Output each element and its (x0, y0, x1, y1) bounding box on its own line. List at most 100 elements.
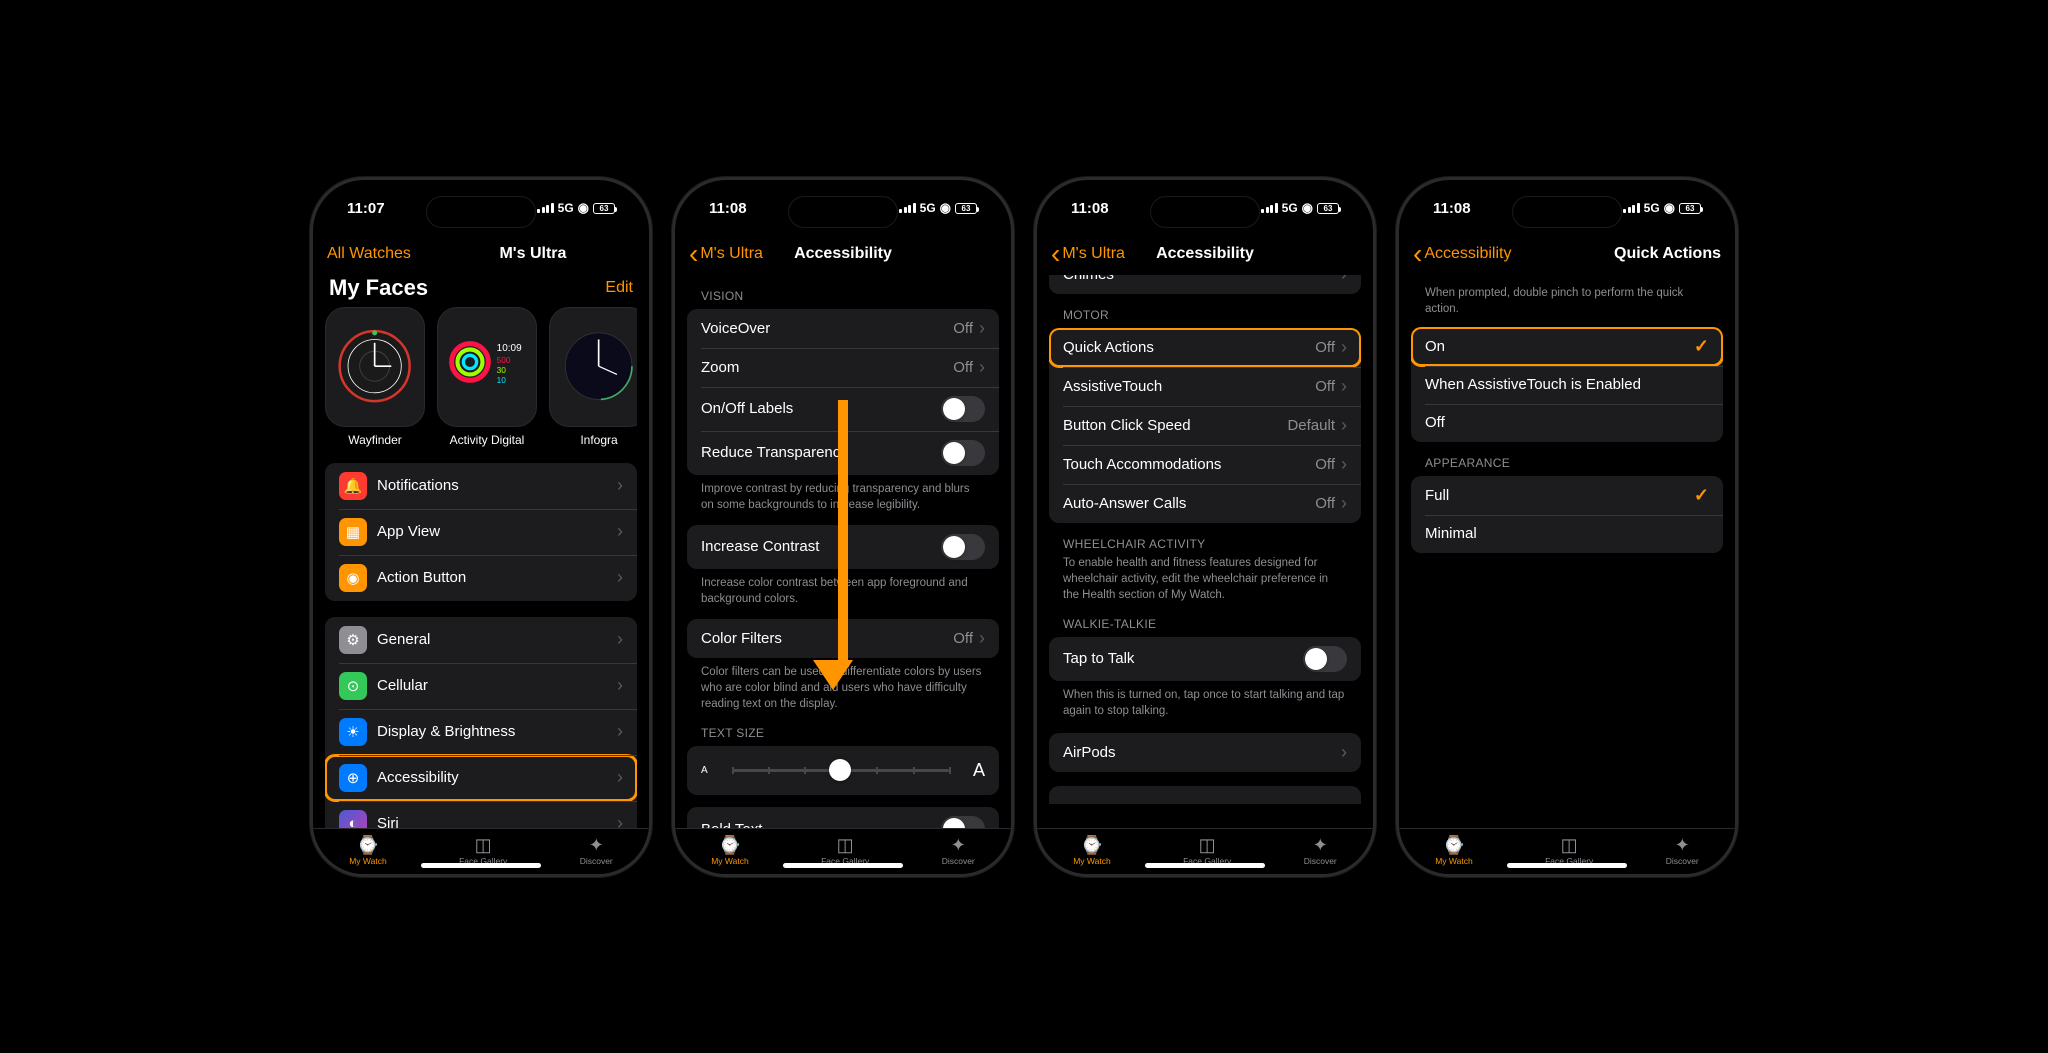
face-wayfinder[interactable]: Wayfinder (325, 307, 425, 447)
onoff-labels-toggle[interactable] (941, 396, 985, 422)
wifi-icon: ◉ (940, 200, 951, 216)
tab-discover[interactable]: ✦Discover (942, 836, 975, 866)
text-size-slider[interactable] (716, 769, 965, 772)
tap-to-talk-toggle[interactable] (1303, 646, 1347, 672)
back-button[interactable]: M's Ultra (689, 245, 763, 263)
back-button[interactable]: Accessibility (1413, 245, 1511, 263)
display-brightness-row[interactable]: ☀Display & Brightness› (325, 709, 637, 755)
phone-3-accessibility-motor: 11:08 5G ◉ 63 M's Ultra Accessibility Ch… (1034, 177, 1376, 877)
appearance-minimal[interactable]: Minimal (1411, 515, 1723, 553)
cellular-row[interactable]: ⊙Cellular› (325, 663, 637, 709)
edit-button[interactable]: Edit (605, 279, 633, 297)
accessibility-row[interactable]: ⊕Accessibility› (325, 755, 637, 801)
general-row[interactable]: ⚙General› (325, 617, 637, 663)
chevron-icon: › (617, 767, 623, 788)
network-label: 5G (920, 201, 936, 215)
home-indicator[interactable] (421, 863, 541, 868)
chevron-icon: › (617, 567, 623, 588)
assistivetouch-row[interactable]: AssistiveTouchOff› (1049, 367, 1361, 406)
notifications-row[interactable]: 🔔Notifications› (325, 463, 637, 509)
chimes-row[interactable]: Chimes› (1049, 275, 1361, 294)
tab-face-gallery[interactable]: ◫Face Gallery (1545, 836, 1593, 866)
watch-faces-carousel[interactable]: Wayfinder 10:095003010 Activity Digital … (325, 307, 637, 447)
walkie-talkie-header: WALKIE-TALKIE (1063, 617, 1361, 631)
compass-icon: ✦ (1675, 836, 1690, 854)
tab-my-watch[interactable]: ⌚My Watch (711, 836, 748, 866)
chevron-icon: › (617, 721, 623, 742)
app-view-row[interactable]: ▦App View› (325, 509, 637, 555)
wheelchair-header: WHEELCHAIR ACTIVITY (1063, 537, 1361, 551)
quick-actions-note: When prompted, double pinch to perform t… (1425, 285, 1709, 317)
tab-discover[interactable]: ✦Discover (580, 836, 613, 866)
tab-face-gallery[interactable]: ◫Face Gallery (1183, 836, 1231, 866)
chevron-icon: › (617, 675, 623, 696)
network-label: 5G (558, 201, 574, 215)
gallery-icon: ◫ (837, 836, 854, 854)
tab-discover[interactable]: ✦Discover (1666, 836, 1699, 866)
chevron-icon: › (1341, 454, 1347, 475)
voiceover-row[interactable]: VoiceOverOff› (687, 309, 999, 348)
accessibility-icon: ⊕ (339, 764, 367, 792)
compass-icon: ✦ (1313, 836, 1328, 854)
chevron-icon: › (979, 318, 985, 339)
dynamic-island (1512, 196, 1622, 228)
auto-answer-row[interactable]: Auto-Answer CallsOff› (1049, 484, 1361, 523)
status-time: 11:07 (347, 200, 385, 217)
tab-my-watch[interactable]: ⌚My Watch (349, 836, 386, 866)
phone-1-my-watch: 11:07 5G ◉ 63 All Watches M's Ultra My F… (310, 177, 652, 877)
reduce-transparency-toggle[interactable] (941, 440, 985, 466)
settings-group-2: ⚙General› ⊙Cellular› ☀Display & Brightne… (325, 617, 637, 828)
chevron-icon: › (617, 475, 623, 496)
quick-actions-row[interactable]: Quick ActionsOff› (1049, 328, 1361, 367)
bold-text-toggle[interactable] (941, 816, 985, 827)
siri-row[interactable]: ◐Siri› (325, 801, 637, 828)
home-indicator[interactable] (1507, 863, 1627, 868)
status-time: 11:08 (709, 200, 747, 217)
tab-my-watch[interactable]: ⌚My Watch (1073, 836, 1110, 866)
watch-icon: ⌚ (1081, 836, 1103, 854)
dynamic-island (788, 196, 898, 228)
option-off[interactable]: Off (1411, 404, 1723, 442)
tab-discover[interactable]: ✦Discover (1304, 836, 1337, 866)
all-watches-button[interactable]: All Watches (327, 245, 411, 263)
airpods-row[interactable]: AirPods› (1049, 733, 1361, 772)
check-icon: ✓ (1694, 336, 1709, 357)
appearance-full[interactable]: Full✓ (1411, 476, 1723, 515)
compass-icon: ✦ (951, 836, 966, 854)
tab-my-watch[interactable]: ⌚My Watch (1435, 836, 1472, 866)
watch-icon: ⌚ (357, 836, 379, 854)
dynamic-island (426, 196, 536, 228)
face-infograph[interactable]: Infogra (549, 307, 637, 447)
face-activity[interactable]: 10:095003010 Activity Digital (437, 307, 537, 447)
action-button-row[interactable]: ◉Action Button› (325, 555, 637, 601)
tap-to-talk-row: Tap to Talk (1049, 637, 1361, 681)
motor-header: MOTOR (1063, 308, 1361, 322)
chevron-icon: › (1341, 415, 1347, 436)
nav-title: M's Ultra (499, 245, 566, 263)
chevron-icon: › (1341, 493, 1347, 514)
siri-icon: ◐ (339, 810, 367, 828)
brightness-icon: ☀ (339, 718, 367, 746)
network-label: 5G (1644, 201, 1660, 215)
touch-accommodations-row[interactable]: Touch AccommodationsOff› (1049, 445, 1361, 484)
option-when-assistivetouch[interactable]: When AssistiveTouch is Enabled (1411, 366, 1723, 404)
option-on[interactable]: On✓ (1411, 327, 1723, 366)
large-a-icon: A (973, 760, 985, 781)
signal-icon (1261, 203, 1278, 213)
watch-icon: ⌚ (719, 836, 741, 854)
button-click-speed-row[interactable]: Button Click SpeedDefault› (1049, 406, 1361, 445)
chevron-icon: › (1341, 275, 1347, 285)
zoom-row[interactable]: ZoomOff› (687, 348, 999, 387)
wifi-icon: ◉ (1302, 200, 1313, 216)
home-indicator[interactable] (783, 863, 903, 868)
home-indicator[interactable] (1145, 863, 1265, 868)
wifi-icon: ◉ (1664, 200, 1675, 216)
bold-text-row: Bold Text (687, 807, 999, 827)
partial-row[interactable] (1049, 786, 1361, 804)
tab-face-gallery[interactable]: ◫Face Gallery (821, 836, 869, 866)
status-time: 11:08 (1433, 200, 1471, 217)
back-button[interactable]: M's Ultra (1051, 245, 1125, 263)
text-size-header: TEXT SIZE (701, 726, 999, 740)
tab-face-gallery[interactable]: ◫Face Gallery (459, 836, 507, 866)
increase-contrast-toggle[interactable] (941, 534, 985, 560)
